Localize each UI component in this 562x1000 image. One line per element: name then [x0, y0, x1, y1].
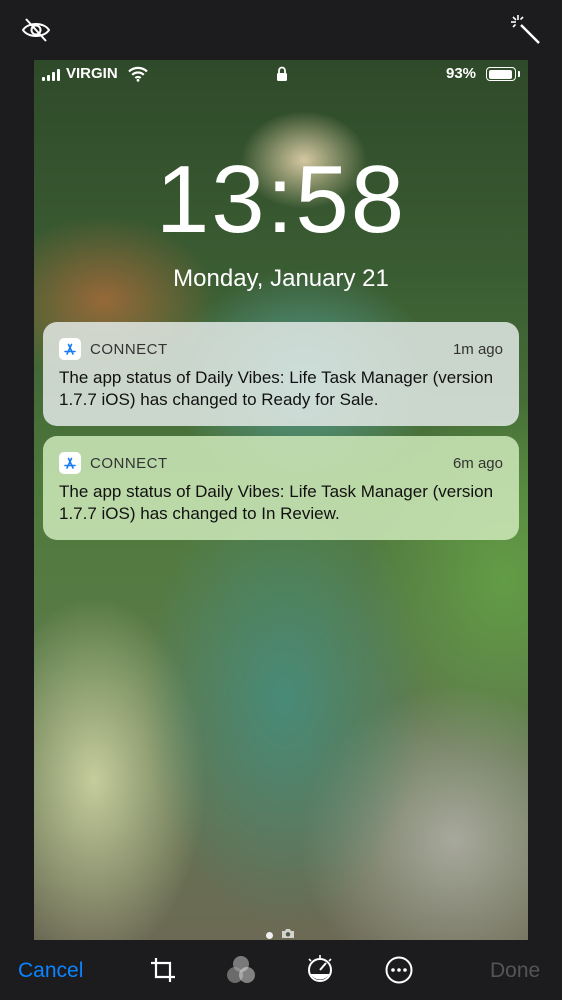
editor-top-bar [0, 0, 562, 60]
notification-header: CONNECT 1m ago [59, 334, 503, 364]
page-indicator [266, 926, 295, 940]
done-button[interactable]: Done [490, 959, 540, 983]
notification-card[interactable]: CONNECT 6m ago The app status of Daily V… [43, 436, 519, 540]
screenshot-preview: VIRGIN 93% 13:58 Monday, January 21 CONN… [34, 60, 528, 940]
battery-icon [486, 67, 516, 81]
wifi-icon [128, 66, 148, 87]
cancel-button[interactable]: Cancel [18, 959, 83, 983]
status-bar: VIRGIN 93% [34, 60, 528, 88]
notification-card[interactable]: CONNECT 1m ago The app status of Daily V… [43, 322, 519, 426]
app-store-icon [59, 338, 81, 360]
notification-body: The app status of Daily Vibes: Life Task… [59, 368, 494, 409]
notification-app-name: CONNECT [90, 454, 168, 472]
app-store-icon [59, 452, 81, 474]
notification-body: The app status of Daily Vibes: Life Task… [59, 482, 494, 523]
notification-app-name: CONNECT [90, 340, 168, 358]
crop-rotate-icon[interactable] [147, 954, 179, 986]
magic-wand-icon[interactable] [506, 10, 546, 50]
editor-bottom-bar: Cancel Done [0, 940, 562, 1000]
lock-screen-date: Monday, January 21 [173, 265, 389, 292]
page-dot [266, 931, 273, 939]
camera-icon [281, 926, 295, 940]
battery-percentage: 93% [446, 65, 477, 82]
notification-time: 6m ago [452, 454, 503, 472]
battery-level-fill [488, 69, 512, 79]
lock-screen-time: 13:58 [155, 146, 407, 253]
lock-icon [276, 66, 288, 87]
adjust-icon[interactable] [304, 954, 336, 986]
carrier-name: VIRGIN [66, 65, 118, 82]
battery-cap [518, 71, 520, 77]
filters-icon[interactable] [225, 954, 257, 986]
more-icon[interactable] [383, 954, 415, 986]
hide-eye-slash-icon[interactable] [18, 12, 54, 48]
cellular-signal-icon [42, 69, 60, 81]
notification-header: CONNECT 6m ago [59, 448, 503, 478]
notification-time: 1m ago [452, 340, 503, 358]
